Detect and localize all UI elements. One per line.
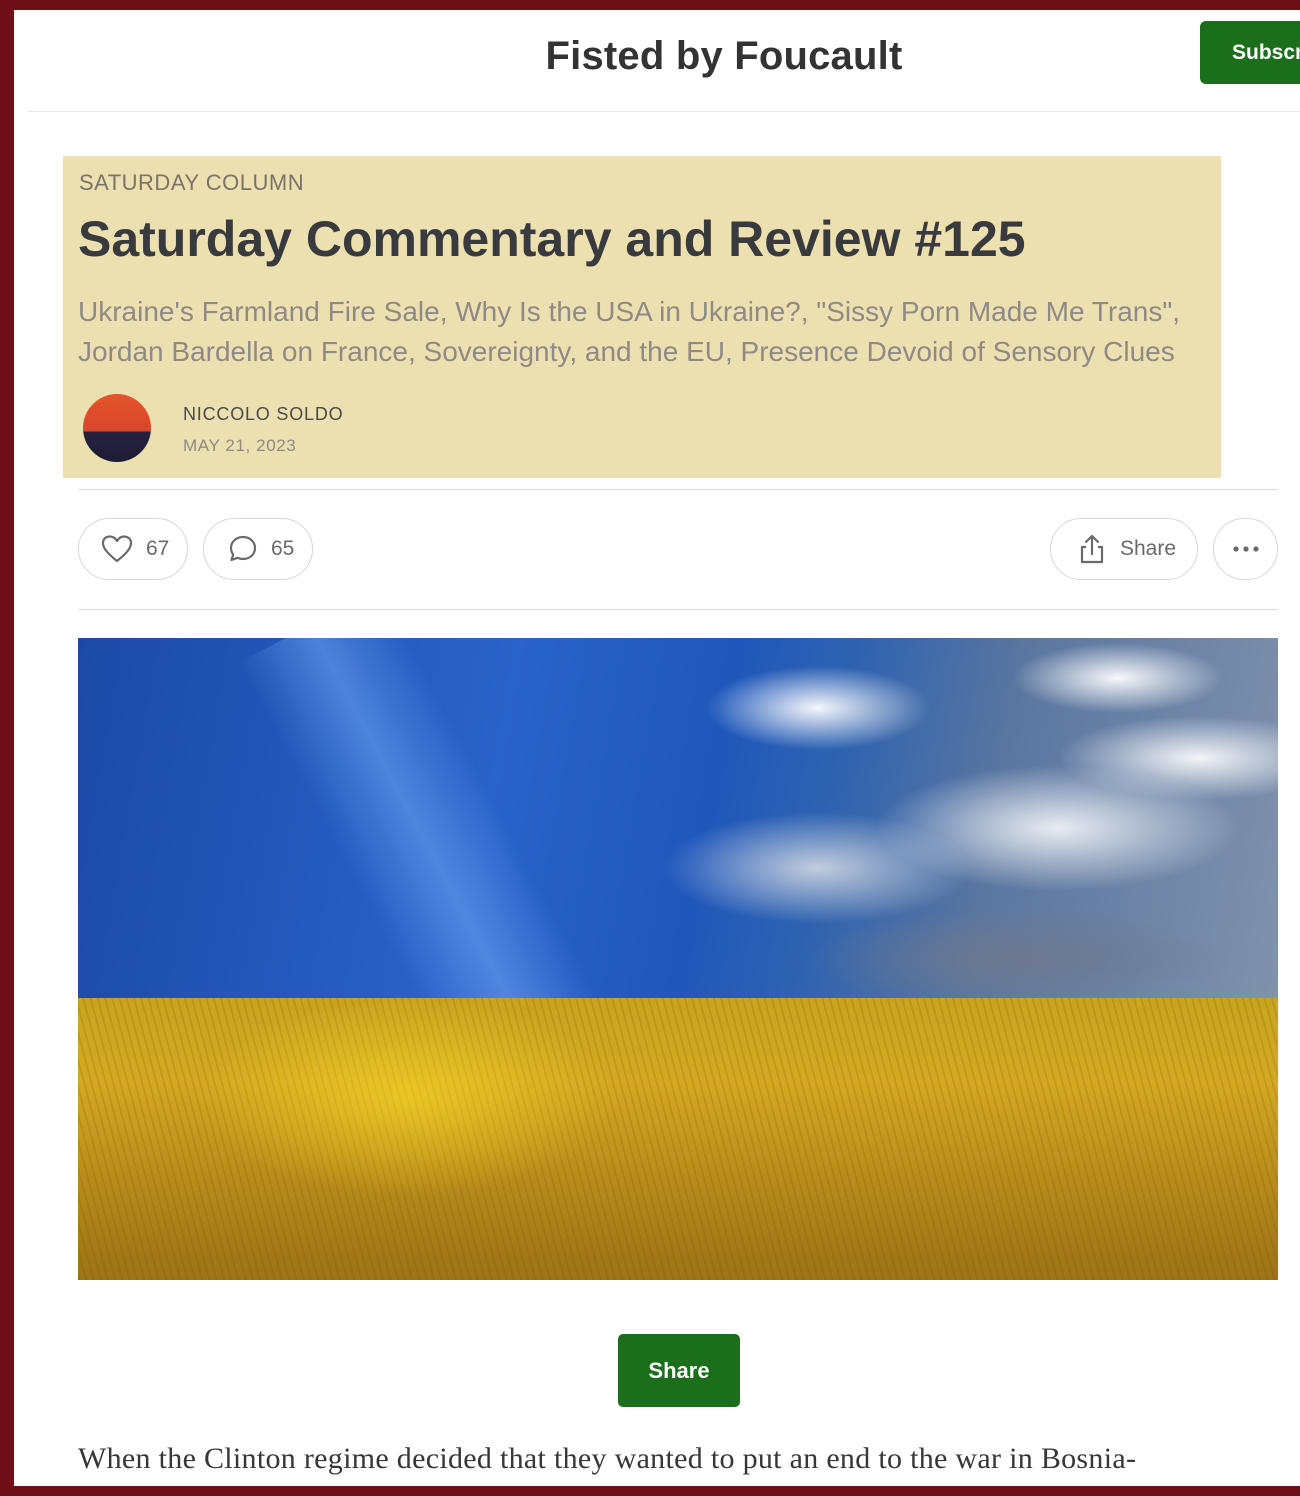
subscribe-button[interactable]: Subscr: [1200, 21, 1300, 84]
field-glow: [198, 998, 618, 1198]
post-date: MAY 21, 2023: [183, 436, 297, 455]
heart-icon: [101, 535, 133, 563]
share-button[interactable]: Share: [618, 1334, 740, 1407]
author-name[interactable]: NICCOLO SOLDO: [183, 404, 343, 425]
share-label: Share: [1120, 537, 1177, 560]
comment-button[interactable]: 65: [203, 518, 313, 580]
post-subtitle: Ukraine's Farmland Fire Sale, Why Is the…: [78, 296, 1181, 367]
top-navbar: Fisted by Foucault Subscr: [28, 20, 1300, 112]
divider: [78, 489, 1278, 490]
page-content: Fisted by Foucault Subscr SATURDAY COLUM…: [28, 20, 1300, 1486]
more-options-button[interactable]: [1213, 518, 1278, 580]
share-icon: [1080, 534, 1104, 564]
post-title: Saturday Commentary and Review #125: [78, 211, 1026, 267]
like-count: 67: [146, 537, 170, 560]
share-pill-button[interactable]: Share: [1050, 518, 1198, 580]
post-header: SATURDAY COLUMN Saturday Commentary and …: [63, 156, 1221, 478]
site-title[interactable]: Fisted by Foucault: [28, 34, 1300, 79]
section-label[interactable]: SATURDAY COLUMN: [79, 170, 304, 196]
frame-gap: [14, 10, 28, 1486]
article-paragraph: When the Clinton regime decided that the…: [78, 1442, 1137, 1475]
like-button[interactable]: 67: [78, 518, 188, 580]
ellipsis-icon: [1232, 546, 1259, 552]
author-avatar[interactable]: [83, 394, 151, 462]
hero-image[interactable]: [78, 638, 1278, 1280]
clouds: [638, 638, 1278, 998]
comment-count: 65: [271, 537, 295, 560]
comment-icon: [229, 535, 257, 562]
divider: [78, 609, 1278, 610]
